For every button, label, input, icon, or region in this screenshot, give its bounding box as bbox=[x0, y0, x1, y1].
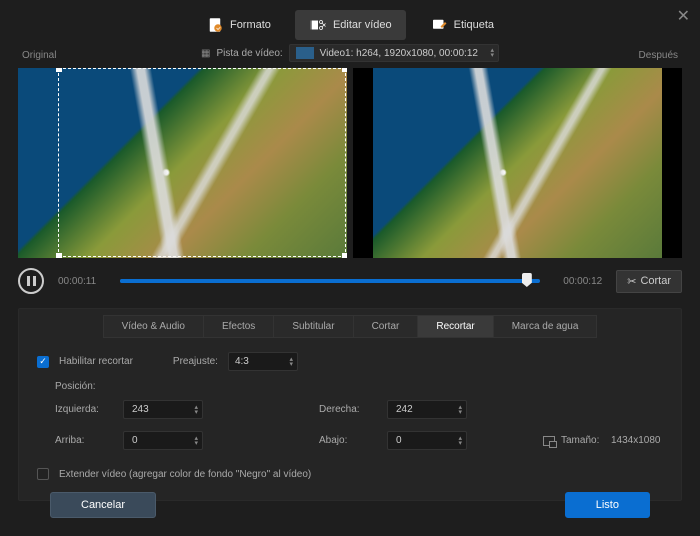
crop-handle[interactable] bbox=[56, 253, 62, 258]
size-label-wrap: Tamaño: bbox=[543, 435, 603, 446]
pause-icon bbox=[27, 276, 36, 286]
preset-label: Preajuste: bbox=[173, 356, 218, 367]
video-frame bbox=[373, 68, 663, 258]
crop-handle[interactable] bbox=[56, 68, 62, 72]
right-label: Derecha: bbox=[319, 404, 379, 415]
left-input[interactable]: 243▴▾ bbox=[123, 400, 203, 419]
edit-panel: Vídeo & Audio Efectos Subtitular Cortar … bbox=[18, 308, 682, 501]
size-value: 1434x1080 bbox=[611, 435, 691, 446]
preset-select[interactable]: 4:3 ▴▾ bbox=[228, 352, 298, 371]
preview-area: Original Después bbox=[0, 64, 700, 258]
sub-tabs: Vídeo & Audio Efectos Subtitular Cortar … bbox=[19, 309, 681, 338]
cancel-button[interactable]: Cancelar bbox=[50, 492, 156, 518]
size-label: Tamaño: bbox=[561, 435, 599, 446]
label-original: Original bbox=[22, 50, 56, 61]
scissors-film-icon bbox=[309, 16, 327, 34]
spinner-icon[interactable]: ▴▾ bbox=[458, 436, 462, 446]
scissors-icon: ✂ bbox=[627, 275, 636, 288]
chevron-updown-icon: ▴▾ bbox=[289, 357, 293, 367]
seek-slider[interactable] bbox=[120, 279, 540, 283]
panel-body: ✓ Habilitar recortar Preajuste: 4:3 ▴▾ P… bbox=[19, 338, 681, 500]
track-select[interactable]: Video1: h264, 1920x1080, 00:00:12 ▴▾ bbox=[289, 44, 499, 62]
enable-crop-checkbox[interactable]: ✓ bbox=[37, 356, 49, 368]
spinner-icon[interactable]: ▴▾ bbox=[194, 405, 198, 415]
preview-original[interactable] bbox=[18, 68, 347, 258]
time-total: 00:00:12 bbox=[554, 276, 602, 287]
tab-label: Formato bbox=[230, 19, 271, 31]
left-label: Izquierda: bbox=[55, 404, 115, 415]
subtab-cortar[interactable]: Cortar bbox=[353, 315, 419, 338]
crop-handle[interactable] bbox=[342, 68, 347, 72]
track-thumbnail bbox=[296, 47, 314, 59]
pause-button[interactable] bbox=[18, 268, 44, 294]
track-label: Pista de vídeo: bbox=[217, 48, 283, 59]
tab-formato[interactable]: Formato bbox=[192, 10, 285, 40]
chevron-updown-icon: ▴▾ bbox=[490, 48, 494, 58]
footer: Cancelar Listo bbox=[0, 478, 700, 536]
cut-button[interactable]: ✂ Cortar bbox=[616, 270, 682, 293]
enable-crop-label: Habilitar recortar bbox=[59, 356, 133, 367]
subtab-subtitular[interactable]: Subtitular bbox=[273, 315, 353, 338]
tab-editar-video[interactable]: Editar vídeo bbox=[295, 10, 406, 40]
subtab-efectos[interactable]: Efectos bbox=[203, 315, 274, 338]
slider-fill bbox=[120, 279, 532, 283]
time-current: 00:00:11 bbox=[58, 276, 106, 287]
crop-selection[interactable] bbox=[58, 68, 346, 257]
position-label: Posición: bbox=[55, 381, 663, 392]
cut-label: Cortar bbox=[640, 275, 671, 287]
preview-after bbox=[353, 68, 682, 258]
size-icon bbox=[543, 436, 555, 446]
preset-value: 4:3 bbox=[235, 356, 249, 367]
close-icon[interactable]: ✕ bbox=[677, 6, 690, 26]
tab-label: Editar vídeo bbox=[333, 19, 392, 31]
subtab-recortar[interactable]: Recortar bbox=[417, 315, 493, 338]
playback-controls: 00:00:11 00:00:12 ✂ Cortar bbox=[0, 258, 700, 308]
top-label: Arriba: bbox=[55, 435, 115, 446]
top-tabs: Formato Editar vídeo Etiqueta bbox=[0, 0, 700, 42]
label-despues: Después bbox=[639, 50, 678, 61]
spinner-icon[interactable]: ▴▾ bbox=[194, 436, 198, 446]
subtab-video-audio[interactable]: Vídeo & Audio bbox=[103, 315, 204, 338]
slider-thumb[interactable] bbox=[522, 273, 532, 287]
track-value: Video1: h264, 1920x1080, 00:00:12 bbox=[320, 48, 478, 59]
tab-etiqueta[interactable]: Etiqueta bbox=[416, 10, 508, 40]
tag-pencil-icon bbox=[430, 16, 448, 34]
bottom-input[interactable]: 0▴▾ bbox=[387, 431, 467, 450]
tab-label: Etiqueta bbox=[454, 19, 494, 31]
ok-button[interactable]: Listo bbox=[565, 492, 650, 518]
top-input[interactable]: 0▴▾ bbox=[123, 431, 203, 450]
subtab-marca-agua[interactable]: Marca de agua bbox=[493, 315, 598, 338]
track-row: ▦ Pista de vídeo: Video1: h264, 1920x108… bbox=[0, 42, 700, 64]
right-input[interactable]: 242▴▾ bbox=[387, 400, 467, 419]
spinner-icon[interactable]: ▴▾ bbox=[458, 405, 462, 415]
document-icon bbox=[206, 16, 224, 34]
bottom-label: Abajo: bbox=[319, 435, 379, 446]
crop-handle[interactable] bbox=[342, 253, 347, 258]
